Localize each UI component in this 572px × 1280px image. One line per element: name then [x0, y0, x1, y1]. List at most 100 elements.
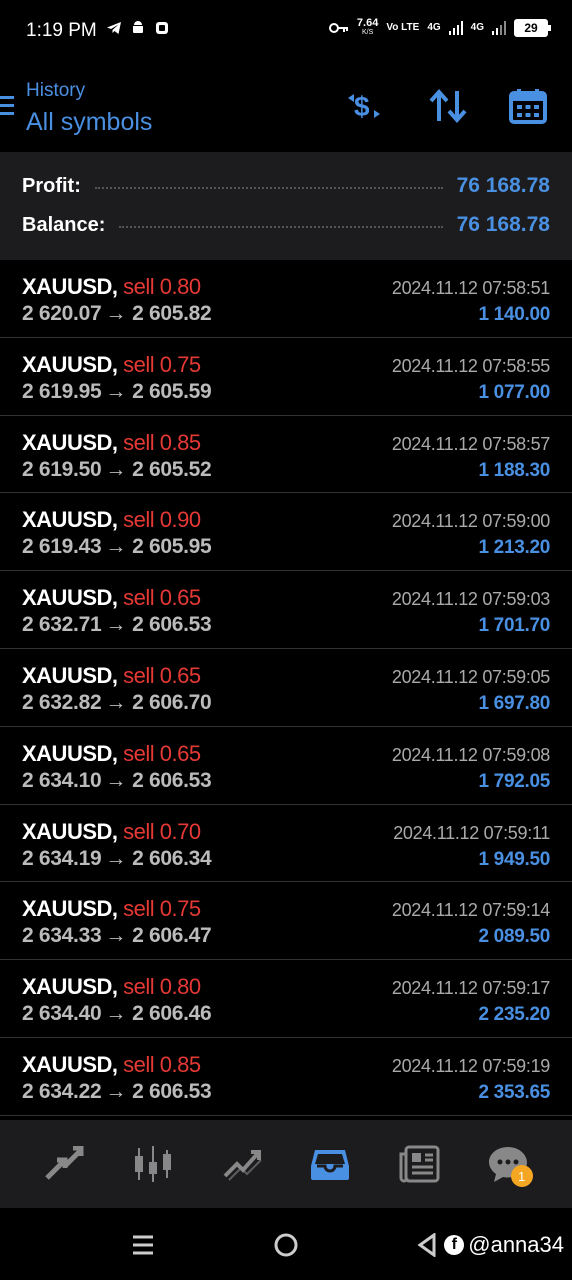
- trade-symbol: XAUUSD,: [22, 585, 118, 611]
- trade-profit: 1 701.70: [478, 615, 550, 637]
- calendar-icon[interactable]: [508, 86, 548, 126]
- sort-icon[interactable]: [428, 86, 468, 126]
- signal-icon-2: [492, 21, 506, 35]
- news-icon[interactable]: [394, 1139, 444, 1189]
- page-subtitle: History: [26, 80, 86, 101]
- trade-prices: 2 634.22 → 2 606.53: [22, 1079, 212, 1104]
- status-time: 1:19 PM: [26, 20, 97, 41]
- trade-prices: 2 632.82 → 2 606.70: [22, 690, 212, 715]
- facebook-icon: f: [444, 1235, 465, 1255]
- price-arrow-icon: →: [105, 924, 127, 948]
- trade-symbol: XAUUSD,: [22, 662, 118, 688]
- balance-label: Balance:: [22, 213, 106, 236]
- trade-side-volume: sell 0.70: [123, 818, 201, 844]
- open-price: 2 634.19: [22, 846, 102, 870]
- close-price: 2 605.52: [132, 457, 212, 481]
- profit-row: Profit: 76 168.78: [22, 171, 550, 201]
- app-notification-icon: [156, 22, 168, 34]
- price-arrow-icon: →: [105, 690, 127, 714]
- trade-profit: 1 949.50: [478, 848, 550, 870]
- app-header: History All symbols $: [0, 62, 572, 152]
- trade-prices: 2 632.71 → 2 606.53: [22, 613, 212, 637]
- price-arrow-icon: →: [105, 457, 127, 481]
- volte-indicator: Vo LTE: [386, 22, 420, 33]
- trade-prices: 2 634.40 → 2 606.46: [22, 1002, 212, 1026]
- trade-prices: 2 619.43 → 2 605.95: [22, 535, 212, 559]
- trade-prices: 2 619.95 → 2 605.59: [22, 379, 212, 404]
- trade-time: 2024.11.12 07:58:51: [391, 278, 550, 298]
- open-price: 2 634.40: [22, 1002, 102, 1026]
- open-price: 2 620.07: [22, 302, 102, 325]
- messages-icon[interactable]: 1: [483, 1139, 533, 1189]
- network-speed: 7.64 K/S: [357, 18, 378, 38]
- symbol-filter[interactable]: All symbols: [26, 108, 152, 137]
- dotted-leader: [119, 226, 443, 228]
- quotes-icon[interactable]: [39, 1139, 89, 1189]
- trade-profit: 1 792.05: [478, 770, 550, 792]
- dollar-refresh-icon[interactable]: $: [344, 86, 384, 126]
- trade-symbol-line: XAUUSD, sell 0.70: [22, 819, 201, 845]
- trade-symbol: XAUUSD,: [22, 1051, 118, 1077]
- trade-symbol: XAUUSD,: [22, 507, 118, 533]
- watermark: f @anna34: [444, 1232, 564, 1258]
- trade-prices: 2 634.19 → 2 606.34: [22, 846, 212, 871]
- trade-profit: 2 353.65: [478, 1081, 550, 1103]
- trade-time: 2024.11.12 07:59:11: [393, 822, 550, 843]
- price-arrow-icon: →: [105, 379, 127, 403]
- trade-symbol: XAUUSD,: [22, 429, 118, 455]
- battery-icon: 29: [514, 19, 551, 37]
- trade-symbol-line: XAUUSD, sell 0.90: [22, 507, 201, 533]
- status-bar: 1:19 PM 7.64 K/S Vo LTE 4G 4G 29: [0, 0, 572, 62]
- trade-row[interactable]: XAUUSD, sell 0.80 2 634.40 → 2 606.46 2024.1…: [0, 960, 572, 1038]
- trade-row[interactable]: XAUUSD, sell 0.85 2 634.22 → 2 606.53 2024.1…: [0, 1037, 572, 1116]
- trade-profit: 1 077.00: [478, 381, 550, 403]
- price-arrow-icon: →: [105, 846, 127, 870]
- open-price: 2 634.33: [22, 924, 102, 948]
- trade-row[interactable]: XAUUSD, sell 0.65 2 632.82 → 2 606.70 2024.1…: [0, 648, 572, 727]
- trade-symbol: XAUUSD,: [22, 974, 118, 1000]
- open-price: 2 634.22: [22, 1079, 102, 1103]
- close-price: 2 605.82: [132, 302, 212, 325]
- trade-row[interactable]: XAUUSD, sell 0.85 2 619.50 → 2 605.52 2024.1…: [0, 415, 572, 494]
- trade-history-list: XAUUSD, sell 0.80 2 620.07 → 2 605.82 2024.1…: [0, 260, 572, 1116]
- trade-time: 2024.11.12 07:59:05: [391, 666, 550, 687]
- trade-side-volume: sell 0.65: [123, 585, 201, 611]
- chart-icon[interactable]: [128, 1139, 178, 1189]
- trade-symbol: XAUUSD,: [22, 274, 118, 299]
- trade-time: 2024.11.12 07:59:14: [391, 900, 550, 921]
- trade-row[interactable]: XAUUSD, sell 0.65 2 634.10 → 2 606.53 2024.1…: [0, 726, 572, 805]
- notification-icons: [106, 20, 170, 36]
- trade-profit: 1 140.00: [478, 304, 550, 325]
- trade-profit: 2 089.50: [478, 926, 550, 948]
- trade-prices: 2 634.33 → 2 606.47: [22, 924, 212, 948]
- speed-value: 7.64: [356, 17, 379, 29]
- trade-row[interactable]: XAUUSD, sell 0.75 2 634.33 → 2 606.47 2024.1…: [0, 882, 572, 961]
- trade-side-volume: sell 0.85: [123, 429, 201, 455]
- trade-side-volume: sell 0.75: [123, 896, 201, 922]
- home-icon[interactable]: [271, 1230, 301, 1260]
- trade-row[interactable]: XAUUSD, sell 0.90 2 619.43 → 2 605.95 2024.1…: [0, 493, 572, 572]
- menu-icon[interactable]: [0, 96, 16, 120]
- close-price: 2 606.53: [132, 768, 212, 792]
- history-icon[interactable]: [305, 1139, 355, 1189]
- svg-text:$: $: [354, 91, 370, 122]
- close-price: 2 605.59: [132, 379, 212, 403]
- network-type-1: 4G: [427, 22, 441, 33]
- recent-apps-icon[interactable]: [128, 1230, 158, 1260]
- trade-row[interactable]: XAUUSD, sell 0.75 2 619.95 → 2 605.59 2024.1…: [0, 337, 572, 416]
- trade-symbol-line: XAUUSD, sell 0.80: [22, 974, 201, 1000]
- trade-row[interactable]: XAUUSD, sell 0.65 2 632.71 → 2 606.53 2024.1…: [0, 571, 572, 649]
- trade-icon[interactable]: [217, 1139, 267, 1189]
- price-arrow-icon: →: [105, 302, 127, 325]
- close-price: 2 606.70: [132, 690, 212, 714]
- back-icon[interactable]: [412, 1230, 442, 1260]
- trade-time: 2024.11.12 07:59:17: [391, 978, 550, 999]
- close-price: 2 606.47: [132, 924, 212, 948]
- trade-row[interactable]: XAUUSD, sell 0.80 2 620.07 → 2 605.82 2024.1…: [0, 260, 572, 338]
- trade-prices: 2 619.50 → 2 605.52: [22, 457, 212, 482]
- trade-symbol: XAUUSD,: [22, 818, 118, 844]
- trade-time: 2024.11.12 07:59:19: [391, 1055, 550, 1076]
- trade-time: 2024.11.12 07:59:08: [391, 744, 550, 765]
- trade-row[interactable]: XAUUSD, sell 0.70 2 634.19 → 2 606.34 2024.1…: [0, 804, 572, 883]
- telegram-icon: [107, 22, 121, 34]
